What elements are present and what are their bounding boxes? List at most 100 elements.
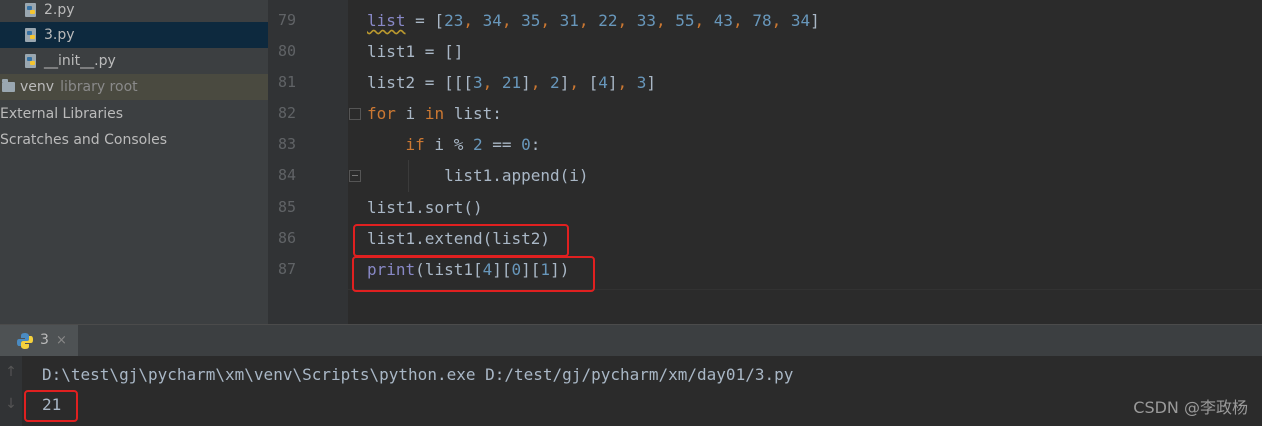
code-token: , xyxy=(655,11,676,30)
code-token: list1.append(i) xyxy=(367,166,589,185)
tree-item-scratches[interactable]: Scratches and Consoles xyxy=(0,127,268,153)
code-token: 0 xyxy=(521,135,531,154)
code-token: ] xyxy=(521,73,531,92)
code-token: , xyxy=(771,11,791,30)
tree-item-label: External Libraries xyxy=(0,106,123,122)
code-token: 43 xyxy=(713,11,734,30)
code-token: , xyxy=(694,11,714,30)
tree-item-label: Scratches and Consoles xyxy=(0,132,167,148)
code-token: 78 xyxy=(752,11,772,30)
code-text: list2 = [[[3, 21], 2], [4], 3] xyxy=(367,67,656,98)
line-number: 82 xyxy=(277,104,296,122)
arrow-down-icon[interactable]: ↓ xyxy=(4,396,18,412)
code-line[interactable]: 85 list1.sort() xyxy=(268,192,1262,223)
python-file-icon xyxy=(25,54,36,68)
python-icon xyxy=(17,333,33,349)
code-line[interactable]: 84 list1.append(i) xyxy=(268,160,1262,191)
highlight-box-print xyxy=(352,256,595,292)
code-token: 31 xyxy=(559,11,579,30)
code-text: if i % 2 == 0: xyxy=(367,129,541,160)
code-token: in xyxy=(424,104,445,123)
run-tab[interactable]: 3 × xyxy=(0,325,78,356)
tree-item-venv[interactable]: venv library root xyxy=(0,74,268,100)
code-text: list1.append(i) xyxy=(367,160,589,191)
highlight-box-output xyxy=(24,390,78,422)
line-number: 84 xyxy=(277,166,296,184)
code-line[interactable]: 79 list = [23, 34, 35, 31, 22, 33, 55, 43… xyxy=(268,5,1262,36)
project-tree: 2.py 3.py __init__.py venv library root E… xyxy=(0,0,268,324)
tree-item-label: __init__.py xyxy=(44,53,116,69)
run-panel: 3 × ↑ ↓ D:\test\gj\pycharm\xm\venv\Scrip… xyxy=(0,324,1262,426)
code-token: 33 xyxy=(636,11,656,30)
tree-item-label: venv xyxy=(20,79,55,95)
code-editor[interactable]: 79 list = [23, 34, 35, 31, 22, 33, 55, 43… xyxy=(268,0,1262,324)
line-number: 79 xyxy=(277,11,296,29)
code-token: , xyxy=(578,11,599,30)
code-token: , xyxy=(501,11,522,30)
code-token: 23 xyxy=(444,11,464,30)
code-token: == xyxy=(482,135,522,154)
line-number: 80 xyxy=(277,42,296,60)
code-token: , xyxy=(617,73,637,92)
python-file-icon xyxy=(25,3,36,17)
code-token: list: xyxy=(444,104,502,123)
code-token: ] xyxy=(810,11,820,30)
close-icon[interactable]: × xyxy=(56,325,67,356)
run-tabbar: 3 × xyxy=(0,324,1262,356)
highlight-box-extend xyxy=(353,224,569,257)
code-line[interactable]: 83 if i % 2 == 0: xyxy=(268,129,1262,160)
code-token: , xyxy=(530,73,551,92)
tree-item-venv-text: venv library root xyxy=(20,74,138,100)
code-token: 2 xyxy=(550,73,560,92)
code-token: list1.sort() xyxy=(367,198,483,217)
code-token: : xyxy=(530,135,541,154)
console-command: D:\test\gj\pycharm\xm\venv\Scripts\pytho… xyxy=(42,365,794,384)
python-file-icon xyxy=(25,28,36,42)
code-token: i xyxy=(395,104,425,123)
code-token: 3 xyxy=(636,73,647,92)
code-token: , xyxy=(733,11,753,30)
code-token: ] xyxy=(607,73,618,92)
run-toolbar: ↑ ↓ xyxy=(0,356,22,426)
line-number: 83 xyxy=(277,135,296,153)
code-token: list xyxy=(367,11,406,30)
code-token: , xyxy=(617,11,637,30)
run-tab-label: 3 xyxy=(40,332,49,348)
code-token: , xyxy=(569,73,589,92)
pycharm-window: 2.py 3.py __init__.py venv library root E… xyxy=(0,0,1262,426)
code-line[interactable]: 81 list2 = [[[3, 21], 2], [4], 3] xyxy=(268,67,1262,98)
library-root-label: library root xyxy=(60,79,138,95)
code-token: if xyxy=(405,135,425,154)
code-text: for i in list: xyxy=(367,98,502,129)
tree-item-init-py[interactable]: __init__.py xyxy=(0,48,268,74)
code-token: 55 xyxy=(675,11,695,30)
code-text: list1 = [] xyxy=(367,36,463,67)
tree-item-label: 3.py xyxy=(44,27,75,43)
code-token: list1 = [] xyxy=(367,42,464,61)
code-token: 34 xyxy=(790,11,811,30)
line-number: 85 xyxy=(277,198,296,216)
code-text: list1.sort() xyxy=(367,192,483,223)
code-token: [ xyxy=(588,73,599,92)
code-token: ] xyxy=(646,73,657,92)
code-text: list = [23, 34, 35, 31, 22, 33, 55, 43, … xyxy=(367,5,820,36)
code-token: i % xyxy=(424,135,473,154)
line-number: 86 xyxy=(277,229,296,247)
watermark: CSDN @李政杨 xyxy=(1133,398,1248,417)
code-token: , xyxy=(463,11,483,30)
code-token: 22 xyxy=(598,11,618,30)
line-number: 81 xyxy=(277,73,296,91)
code-line[interactable]: 80 list1 = [] xyxy=(268,36,1262,67)
tree-item-external-libraries[interactable]: External Libraries xyxy=(0,101,268,127)
tree-item-2-py[interactable]: 2.py xyxy=(0,0,268,23)
arrow-up-icon[interactable]: ↑ xyxy=(4,364,18,380)
code-line[interactable]: 82 for i in list: xyxy=(268,98,1262,129)
code-token: 2 xyxy=(472,135,483,154)
code-token: , xyxy=(482,73,502,92)
tree-item-3-py[interactable]: 3.py xyxy=(0,22,268,48)
code-token: list2 = [[[ xyxy=(367,73,473,92)
code-token: ] xyxy=(559,73,570,92)
code-token: 21 xyxy=(501,73,522,92)
folder-icon xyxy=(2,79,15,92)
